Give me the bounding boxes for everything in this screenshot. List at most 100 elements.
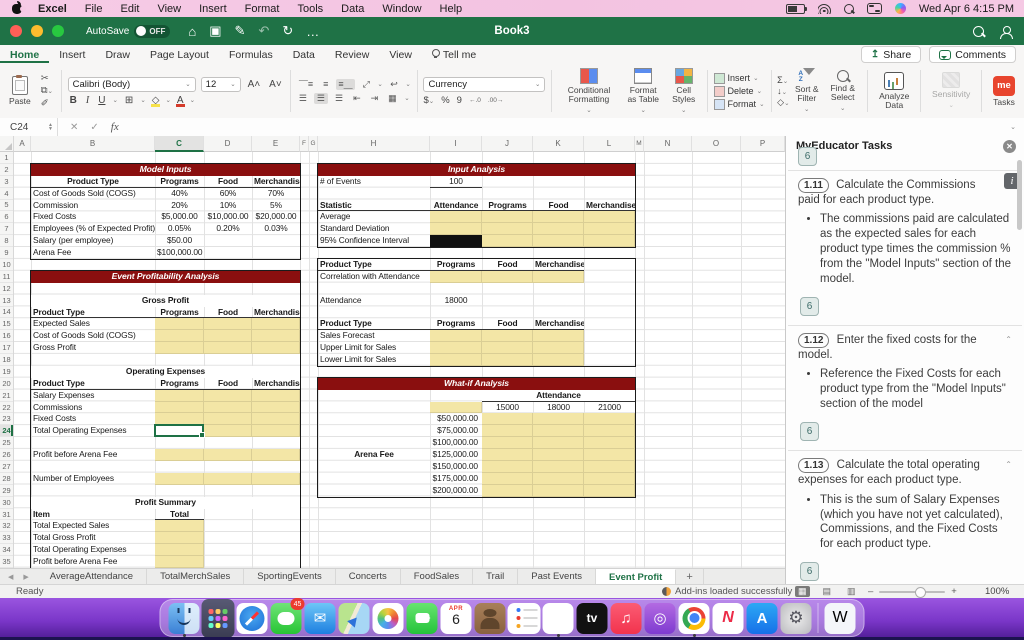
menu-item-file[interactable]: File bbox=[76, 3, 112, 15]
row-header-32[interactable]: 32 bbox=[0, 520, 13, 533]
window-zoom-button[interactable] bbox=[52, 25, 64, 37]
format-painter-button[interactable]: ✐ bbox=[39, 98, 55, 109]
cell-H15[interactable]: Product Type bbox=[318, 318, 430, 331]
column-header-I[interactable]: I bbox=[430, 136, 482, 152]
cell-C20[interactable]: Programs bbox=[155, 378, 204, 390]
cell-H5[interactable]: Statistic bbox=[318, 200, 430, 212]
cell-J5[interactable]: Programs bbox=[482, 200, 533, 212]
merge-center-icon[interactable]: ▦ bbox=[386, 93, 400, 104]
row-header-6[interactable]: 6 bbox=[0, 211, 13, 224]
formula-bar-expand-icon[interactable]: ⌄ bbox=[1010, 123, 1016, 131]
zoom-slider-thumb[interactable] bbox=[915, 586, 927, 598]
redo-icon[interactable]: ↻ bbox=[282, 23, 293, 39]
decrease-decimal-button[interactable]: .00→ bbox=[488, 97, 504, 104]
cell-B20[interactable]: Product Type bbox=[31, 378, 155, 390]
cell-H10[interactable]: Product Type bbox=[318, 259, 430, 271]
input-cell-D15[interactable] bbox=[204, 318, 252, 331]
dock-app-finder[interactable] bbox=[168, 600, 201, 637]
input-cell-D16[interactable] bbox=[204, 330, 252, 343]
fill-button[interactable]: ↓⌄ bbox=[777, 86, 789, 96]
cell-C9[interactable]: $100,000.00 bbox=[155, 247, 204, 259]
row-header-31[interactable]: 31 bbox=[0, 509, 13, 521]
column-header-O[interactable]: O bbox=[692, 136, 741, 152]
input-cell-K17[interactable] bbox=[533, 342, 584, 355]
ribbon-tab-insert[interactable]: Insert bbox=[49, 47, 95, 63]
dock-app-settings[interactable]: ⚙ bbox=[780, 600, 813, 636]
row-header-9[interactable]: 9 bbox=[0, 247, 13, 259]
row-header-26[interactable]: 26 bbox=[0, 449, 13, 462]
row-header-33[interactable]: 33 bbox=[0, 532, 13, 545]
cell-C3[interactable]: Programs bbox=[155, 176, 204, 188]
cell-B24[interactable]: Total Operating Expenses bbox=[31, 425, 155, 437]
cell-B7[interactable]: Employees (% of Expected Profit) bbox=[31, 223, 155, 235]
input-cell-I18[interactable] bbox=[430, 354, 482, 366]
share-button[interactable]: ↥ Share bbox=[860, 46, 922, 63]
cell-B15[interactable]: Expected Sales bbox=[31, 318, 155, 330]
row-header-13[interactable]: 13 bbox=[0, 295, 13, 307]
sheet-nav-left-icon[interactable]: ◀ bbox=[8, 573, 13, 581]
cell-D3[interactable]: Food bbox=[204, 176, 252, 188]
task-collapse-icon[interactable]: ⌃ bbox=[1005, 335, 1012, 344]
row-header-15[interactable]: 15 bbox=[0, 318, 13, 331]
control-center-icon[interactable] bbox=[866, 3, 882, 14]
copy-button[interactable]: ⧉⌄ bbox=[39, 85, 55, 97]
input-cell-L27[interactable] bbox=[584, 461, 635, 473]
bold-button[interactable]: B bbox=[68, 95, 79, 106]
input-cell-E16[interactable] bbox=[252, 330, 300, 343]
cell-B19[interactable]: Operating Expenses bbox=[31, 365, 300, 378]
dock-app-facetime[interactable] bbox=[406, 600, 439, 636]
cell-I5[interactable]: Attendance bbox=[430, 200, 482, 212]
wrap-text-icon[interactable]: ↩ bbox=[388, 79, 401, 90]
input-cell-K16[interactable] bbox=[533, 330, 584, 343]
cell-I28[interactable]: $175,000.00 bbox=[430, 473, 482, 485]
ribbon-tab-review[interactable]: Review bbox=[325, 47, 379, 63]
cell-H6[interactable]: Average bbox=[318, 211, 430, 223]
input-cell-C15[interactable] bbox=[155, 318, 204, 331]
input-cell-L23[interactable] bbox=[584, 413, 635, 426]
zoom-slider[interactable] bbox=[879, 586, 946, 598]
underline-button[interactable]: U bbox=[96, 95, 107, 106]
format-as-table-button[interactable]: Format as Table ⌄ bbox=[620, 66, 667, 117]
row-header-1[interactable]: 1 bbox=[0, 152, 13, 164]
clear-button[interactable]: ◇⌄ bbox=[777, 97, 789, 108]
input-cell-J29[interactable] bbox=[482, 484, 533, 497]
window-minimize-button[interactable] bbox=[31, 25, 43, 37]
row-header-12[interactable]: 12 bbox=[0, 283, 13, 295]
input-cell-I17[interactable] bbox=[430, 342, 482, 355]
cell-K5[interactable]: Food bbox=[533, 200, 584, 212]
ribbon-tab-draw[interactable]: Draw bbox=[95, 47, 140, 63]
cell-B6[interactable]: Fixed Costs bbox=[31, 211, 155, 223]
input-cell-K8[interactable] bbox=[533, 235, 584, 248]
column-header-B[interactable]: B bbox=[31, 136, 155, 152]
row-header-3[interactable]: 3 bbox=[0, 176, 13, 188]
input-cell-J25[interactable] bbox=[482, 437, 533, 450]
increase-decimal-button[interactable]: ←.0 bbox=[469, 97, 481, 104]
spotlight-search-icon[interactable] bbox=[843, 3, 854, 14]
menu-item-help[interactable]: Help bbox=[431, 3, 472, 15]
cell-B30[interactable]: Profit Summary bbox=[31, 496, 300, 509]
menu-item-insert[interactable]: Insert bbox=[190, 3, 236, 15]
number-format-select[interactable]: Currency ⌄ bbox=[423, 76, 546, 92]
align-right-icon[interactable]: ☰ bbox=[333, 93, 346, 104]
align-center-icon[interactable]: ☰ bbox=[314, 92, 328, 104]
dock-app-appstore[interactable]: A bbox=[746, 600, 779, 636]
row-header-20[interactable]: 20 bbox=[0, 378, 13, 390]
input-cell-D22[interactable] bbox=[204, 401, 252, 414]
input-cell-I7[interactable] bbox=[430, 223, 482, 236]
cell-H26[interactable]: Arena Fee bbox=[318, 449, 430, 461]
dock-app-mail[interactable]: ✉ bbox=[304, 600, 337, 636]
ribbon-tab-view[interactable]: View bbox=[379, 47, 422, 63]
cut-button[interactable]: ✂ bbox=[39, 73, 55, 84]
cell-I10[interactable]: Programs bbox=[430, 259, 482, 271]
sheet-tab-foodsales[interactable]: FoodSales bbox=[401, 569, 474, 584]
cell-B26[interactable]: Profit before Arena Fee bbox=[31, 449, 155, 461]
dock-app-photos[interactable] bbox=[372, 600, 405, 636]
input-cell-D24[interactable] bbox=[204, 425, 252, 438]
cell-J10[interactable]: Food bbox=[482, 259, 533, 271]
align-middle-icon[interactable]: ≡ bbox=[321, 79, 331, 90]
column-header-G[interactable]: G bbox=[309, 136, 318, 152]
input-cell-E17[interactable] bbox=[252, 342, 300, 355]
input-cell-J7[interactable] bbox=[482, 223, 533, 236]
input-cell-K27[interactable] bbox=[533, 461, 584, 473]
apple-logo-icon[interactable] bbox=[12, 1, 26, 15]
